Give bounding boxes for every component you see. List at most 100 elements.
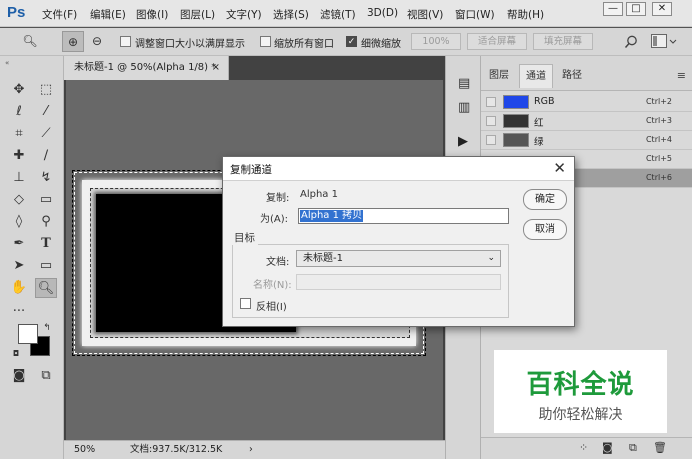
crop-tool-icon[interactable]: ⌗ — [8, 124, 30, 144]
hand-tool-icon[interactable]: ✋ — [8, 278, 30, 298]
move-tool-icon[interactable]: ✥ — [8, 80, 30, 100]
document-select[interactable]: 未标题-1 ⌄ — [296, 250, 501, 267]
percent-100-button[interactable]: 100% — [411, 33, 461, 50]
close-icon[interactable]: ✕ — [553, 159, 566, 177]
zoom-in-icon[interactable]: ⊕ — [62, 31, 84, 52]
tab-layers[interactable]: 图层 — [483, 64, 515, 88]
channel-row-rgb[interactable]: RGB Ctrl+2 — [481, 93, 692, 112]
copy-value: Alpha 1 — [300, 189, 338, 200]
as-label: 为(A): — [260, 214, 289, 225]
quick-mask-icon[interactable]: ◙ — [8, 366, 30, 386]
menu-image[interactable]: 图像(I) — [136, 7, 168, 22]
brush-tool-icon[interactable]: ∕ — [35, 146, 57, 166]
more-tools-icon[interactable]: ··· — [8, 302, 30, 322]
pen-tool-icon[interactable]: ✒ — [8, 234, 30, 254]
maximize-button[interactable]: □ — [626, 2, 646, 16]
channel-name: 绿 — [534, 137, 544, 148]
as-name-input[interactable]: Alpha 1 拷贝 — [298, 208, 509, 224]
history-panel-icon[interactable]: ▤ — [458, 76, 470, 91]
fit-screen-button[interactable]: 适合屏幕 — [467, 33, 527, 50]
status-bar: 50% 文档:937.5K/312.5K › — [64, 440, 445, 459]
as-name-value: Alpha 1 拷贝 — [300, 210, 364, 222]
rectangle-tool-icon[interactable]: ▭ — [35, 256, 57, 276]
menu-layer[interactable]: 图层(L) — [180, 7, 215, 22]
zoom-all-windows-checkbox[interactable] — [260, 36, 271, 47]
name-label: 名称(N): — [253, 280, 292, 291]
channel-row-green[interactable]: 绿 Ctrl+4 — [481, 131, 692, 150]
channel-name: RGB — [534, 96, 555, 107]
toolbar-collapse-icon[interactable]: « — [0, 58, 64, 66]
properties-panel-icon[interactable]: ▥ — [458, 100, 470, 115]
search-icon[interactable] — [624, 35, 638, 49]
invert-checkbox[interactable] — [240, 298, 251, 309]
load-selection-icon[interactable]: ⁘ — [579, 441, 588, 454]
watermark-subtitle: 助你轻松解决 — [538, 407, 623, 423]
duplicate-channel-dialog: 复制通道 ✕ 复制: Alpha 1 为(A): Alpha 1 拷贝 目标 文… — [222, 156, 575, 327]
type-tool-icon[interactable]: T — [35, 234, 57, 254]
dodge-tool-icon[interactable]: ⚲ — [35, 212, 57, 232]
menu-3d[interactable]: 3D(D) — [367, 7, 398, 19]
menu-window[interactable]: 窗口(W) — [455, 7, 495, 22]
channel-shortcut: Ctrl+3 — [645, 116, 672, 125]
zoom-tool-icon[interactable]: 🔍︎ — [18, 31, 42, 52]
menu-view[interactable]: 视图(V) — [407, 7, 443, 22]
blur-tool-icon[interactable]: ◊ — [8, 212, 30, 232]
menu-filter[interactable]: 滤镜(T) — [320, 7, 356, 22]
tab-paths[interactable]: 路径 — [555, 64, 589, 88]
actions-play-icon[interactable]: ▶ — [458, 134, 468, 149]
close-tab-icon[interactable]: × — [212, 56, 220, 79]
name-input[interactable] — [296, 274, 501, 290]
chevron-down-icon: ⌄ — [487, 253, 495, 263]
lasso-tool-icon[interactable]: ℓ — [8, 102, 30, 122]
resize-windows-checkbox[interactable] — [120, 36, 131, 47]
zoom-tool-icon[interactable]: 🔍︎ — [35, 278, 57, 298]
zoom-out-icon[interactable]: ⊖ — [86, 31, 108, 52]
cancel-button[interactable]: 取消 — [523, 219, 567, 240]
channel-thumbnail — [503, 133, 529, 147]
status-doc-size: 文档:937.5K/312.5K — [130, 444, 223, 455]
channel-row-red[interactable]: 红 Ctrl+3 — [481, 112, 692, 131]
resize-windows-label: 调整窗口大小以满屏显示 — [135, 39, 245, 50]
menu-edit[interactable]: 编辑(E) — [90, 7, 126, 22]
workspace-icon[interactable] — [651, 34, 679, 49]
magic-wand-tool-icon[interactable]: ⁄ — [35, 102, 57, 122]
app-logo: Ps — [7, 4, 26, 21]
history-brush-tool-icon[interactable]: ↯ — [35, 168, 57, 188]
swap-colors-icon[interactable]: ↰ — [40, 318, 54, 338]
save-selection-icon[interactable]: ◙ — [602, 441, 613, 454]
screen-mode-icon[interactable]: ⧉ — [35, 366, 57, 386]
gradient-tool-icon[interactable]: ▭ — [35, 190, 57, 210]
marquee-tool-icon[interactable]: ⬚ — [35, 80, 57, 100]
delete-channel-icon[interactable]: 🗑︎ — [653, 441, 667, 454]
document-tab[interactable]: 未标题-1 @ 50%(Alpha 1/8) * × — [64, 56, 229, 80]
channel-thumbnail — [503, 95, 529, 109]
ok-button[interactable]: 确定 — [523, 189, 567, 210]
menu-help[interactable]: 帮助(H) — [507, 7, 544, 22]
eyedropper-tool-icon[interactable]: ⟋ — [35, 124, 57, 144]
status-menu-arrow[interactable]: › — [249, 441, 253, 459]
menu-bar: Ps 文件(F) 编辑(E) 图像(I) 图层(L) 文字(Y) 选择(S) 滤… — [0, 0, 692, 27]
fill-screen-button[interactable]: 填充屏幕 — [533, 33, 593, 50]
healing-brush-tool-icon[interactable]: ✚ — [8, 146, 30, 166]
menu-file[interactable]: 文件(F) — [42, 7, 77, 22]
channel-shortcut: Ctrl+2 — [645, 97, 672, 106]
minimize-button[interactable]: — — [603, 2, 623, 16]
new-channel-icon[interactable]: ⧉ — [629, 441, 637, 455]
eraser-tool-icon[interactable]: ◇ — [8, 190, 30, 210]
default-colors-icon[interactable]: ◘ — [10, 344, 22, 364]
path-selection-tool-icon[interactable]: ➤ — [8, 256, 30, 276]
panel-menu-icon[interactable]: ≡ — [677, 69, 686, 82]
menu-select[interactable]: 选择(S) — [273, 7, 309, 22]
close-window-button[interactable]: ✕ — [652, 2, 672, 16]
visibility-toggle-icon[interactable] — [486, 135, 496, 145]
document-select-value: 未标题-1 — [303, 253, 343, 264]
tab-channels[interactable]: 通道 — [519, 64, 553, 88]
foreground-color-swatch[interactable] — [18, 324, 38, 344]
visibility-toggle-icon[interactable] — [486, 97, 496, 107]
scrubby-zoom-checkbox[interactable]: ✓ — [346, 36, 357, 47]
menu-type[interactable]: 文字(Y) — [226, 7, 262, 22]
tools-panel: « ✥ ⬚ ℓ ⁄ ⌗ ⟋ ✚ ∕ ⊥ ↯ ◇ ▭ ◊ ⚲ ✒ T ➤ ▭ ✋ … — [0, 56, 64, 459]
clone-stamp-tool-icon[interactable]: ⊥ — [8, 168, 30, 188]
status-zoom[interactable]: 50% — [74, 441, 95, 459]
visibility-toggle-icon[interactable] — [486, 116, 496, 126]
